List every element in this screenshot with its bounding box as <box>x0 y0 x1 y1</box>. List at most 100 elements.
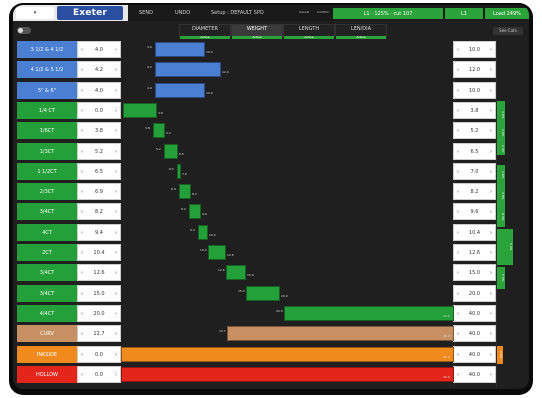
status-cancel[interactable]: Cancel <box>299 10 309 14</box>
max-value-stepper[interactable]: ‹ 8.2 › <box>453 183 496 200</box>
min-value-stepper[interactable]: ‹ 15.0 › <box>77 285 121 302</box>
min-value-stepper[interactable]: ‹ 9.4 › <box>77 224 121 241</box>
increment-icon[interactable]: › <box>490 250 492 256</box>
decrement-icon[interactable]: ‹ <box>457 250 459 256</box>
decrement-icon[interactable]: ‹ <box>81 189 83 195</box>
increment-icon[interactable]: › <box>115 230 117 236</box>
increment-icon[interactable]: › <box>490 149 492 155</box>
row-label[interactable]: 3/4CT <box>17 203 77 220</box>
decrement-icon[interactable]: ‹ <box>457 169 459 175</box>
min-value-stepper[interactable]: ‹ 6.9 › <box>77 183 121 200</box>
max-value-stepper[interactable]: ‹ 40.0 › <box>453 325 496 342</box>
range-bar[interactable] <box>198 225 208 240</box>
range-bar[interactable] <box>121 347 454 362</box>
range-bar[interactable] <box>121 367 454 382</box>
max-value-stepper[interactable]: ‹ 20.0 › <box>453 285 496 302</box>
row-label[interactable]: 3/4CT <box>17 264 77 281</box>
row-label[interactable]: 2CT <box>17 244 77 261</box>
decrement-icon[interactable]: ‹ <box>81 149 83 155</box>
increment-icon[interactable]: › <box>490 352 492 358</box>
range-bar[interactable] <box>227 326 454 341</box>
increment-icon[interactable]: › <box>115 67 117 73</box>
increment-icon[interactable]: › <box>490 270 492 276</box>
range-bar[interactable] <box>284 306 454 321</box>
decrement-icon[interactable]: ‹ <box>457 331 459 337</box>
max-value-stepper[interactable]: ‹ 12.6 › <box>453 244 496 261</box>
row-label[interactable]: HOLLOW <box>17 366 77 383</box>
row-label[interactable]: 4CT <box>17 224 77 241</box>
increment-icon[interactable]: › <box>490 291 492 297</box>
range-bar[interactable] <box>246 286 280 301</box>
row-label[interactable]: 3/4CT <box>17 285 77 302</box>
decrement-icon[interactable]: ‹ <box>81 209 83 215</box>
row-label[interactable]: 1/3CT <box>17 143 77 160</box>
decrement-icon[interactable]: ‹ <box>81 88 83 94</box>
decrement-icon[interactable]: ‹ <box>457 311 459 317</box>
max-value-stepper[interactable]: ‹ 5.2 › <box>453 122 496 139</box>
decrement-icon[interactable]: ‹ <box>81 331 83 337</box>
max-value-stepper[interactable]: ‹ 10.0 › <box>453 82 496 99</box>
row-label[interactable]: 1 1/2CT <box>17 163 77 180</box>
max-value-stepper[interactable]: ‹ 12.0 › <box>453 61 496 78</box>
row-label[interactable]: 4 1/2 & 5 1/2 <box>17 61 77 78</box>
row-label[interactable]: 3 1/2 & 4 1/2 <box>17 41 77 58</box>
decrement-icon[interactable]: ‹ <box>457 108 459 114</box>
see-cats-button[interactable]: See Cats <box>493 27 523 35</box>
increment-icon[interactable]: › <box>115 149 117 155</box>
range-bar[interactable] <box>177 164 181 179</box>
increment-icon[interactable]: › <box>490 47 492 53</box>
row-label[interactable]: 1/6CT <box>17 122 77 139</box>
increment-icon[interactable]: › <box>115 209 117 215</box>
min-value-stepper[interactable]: ‹ 12.6 › <box>77 264 121 281</box>
row-label[interactable]: 5" & 6" <box>17 82 77 99</box>
decrement-icon[interactable]: ‹ <box>81 108 83 114</box>
max-value-stepper[interactable]: ‹ 10.0 › <box>453 41 496 58</box>
decrement-icon[interactable]: ‹ <box>81 311 83 317</box>
decrement-icon[interactable]: ‹ <box>81 250 83 256</box>
decrement-icon[interactable]: ‹ <box>457 291 459 297</box>
min-value-stepper[interactable]: ‹ 4.0 › <box>77 82 121 99</box>
increment-icon[interactable]: › <box>490 169 492 175</box>
decrement-icon[interactable]: ‹ <box>457 128 459 134</box>
decrement-icon[interactable]: ‹ <box>457 149 459 155</box>
decrement-icon[interactable]: ‹ <box>457 67 459 73</box>
send-button[interactable]: SEND <box>139 10 153 16</box>
min-value-stepper[interactable]: ‹ 0.0 › <box>77 346 121 363</box>
mode-toggle[interactable] <box>17 27 31 34</box>
decrement-icon[interactable]: ‹ <box>457 352 459 358</box>
max-value-stepper[interactable]: ‹ 6.5 › <box>453 143 496 160</box>
range-bar[interactable] <box>155 62 221 77</box>
min-value-stepper[interactable]: ‹ 10.4 › <box>77 244 121 261</box>
max-value-stepper[interactable]: ‹ 7.0 › <box>453 163 496 180</box>
decrement-icon[interactable]: ‹ <box>81 169 83 175</box>
increment-icon[interactable]: › <box>490 230 492 236</box>
decrement-icon[interactable]: ‹ <box>81 270 83 276</box>
min-value-stepper[interactable]: ‹ 12.7 › <box>77 325 121 342</box>
range-bar[interactable] <box>153 123 165 138</box>
min-value-stepper[interactable]: ‹ 20.0 › <box>77 305 121 322</box>
increment-icon[interactable]: › <box>115 128 117 134</box>
row-label[interactable]: 4/4CT <box>17 305 77 322</box>
increment-icon[interactable]: › <box>490 331 492 337</box>
status-confirm[interactable]: Confirm <box>317 10 329 14</box>
min-value-stepper[interactable]: ‹ 6.5 › <box>77 163 121 180</box>
increment-icon[interactable]: › <box>115 270 117 276</box>
decrement-icon[interactable]: ‹ <box>457 270 459 276</box>
increment-icon[interactable]: › <box>115 250 117 256</box>
decrement-icon[interactable]: ‹ <box>457 47 459 53</box>
min-value-stepper[interactable]: ‹ 8.2 › <box>77 203 121 220</box>
increment-icon[interactable]: › <box>490 67 492 73</box>
increment-icon[interactable]: › <box>115 311 117 317</box>
decrement-icon[interactable]: ‹ <box>81 47 83 53</box>
row-label[interactable]: CURV <box>17 325 77 342</box>
max-value-stepper[interactable]: ‹ 10.4 › <box>453 224 496 241</box>
increment-icon[interactable]: › <box>115 169 117 175</box>
increment-icon[interactable]: › <box>115 47 117 53</box>
increment-icon[interactable]: › <box>490 372 492 378</box>
increment-icon[interactable]: › <box>115 88 117 94</box>
decrement-icon[interactable]: ‹ <box>457 209 459 215</box>
increment-icon[interactable]: › <box>115 189 117 195</box>
decrement-icon[interactable]: ‹ <box>81 352 83 358</box>
increment-icon[interactable]: › <box>115 331 117 337</box>
decrement-icon[interactable]: ‹ <box>81 372 83 378</box>
